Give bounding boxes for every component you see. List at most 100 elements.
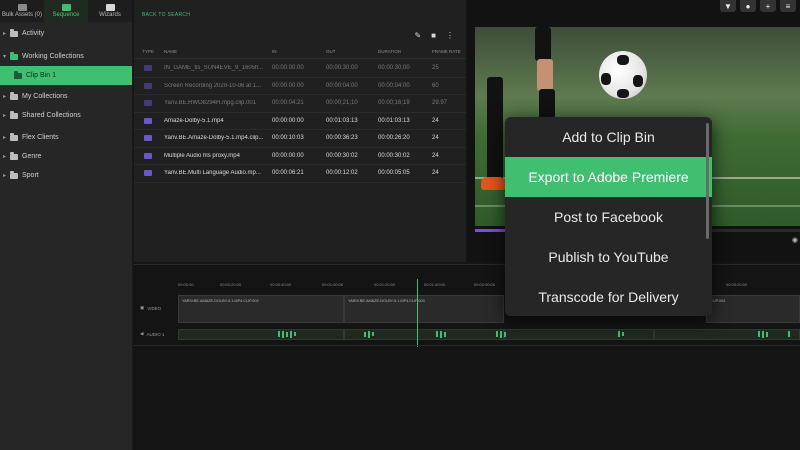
edit-icon[interactable]: ✎ [414,31,421,40]
folder-icon [14,70,22,79]
chevron-right-icon: ▸ [3,31,7,37]
ruler-tick: 00:00:00 [178,282,194,287]
soccer-ball [599,51,647,99]
timeline-divider [134,345,800,346]
tab-sequence[interactable]: Sequence [44,0,88,22]
column-header-name[interactable]: NAME [162,45,270,58]
video-type-icon [144,100,152,107]
tab-label: Wizards [99,12,121,18]
audio-lane[interactable] [178,329,800,340]
cell-duration: 00:00:05:05 [378,170,410,177]
cell-duration: 00:00:30:02 [378,152,410,159]
preview-topbar: ▼ ● + ≡ [720,0,800,12]
menu-item-post-to-facebook[interactable]: Post to Facebook [505,197,712,237]
audio-clip[interactable] [178,329,344,340]
column-header-in[interactable]: IN [270,45,324,58]
menu-item-publish-to-youtube[interactable]: Publish to YouTube [505,237,712,277]
volume-icon[interactable]: ◉ [792,236,798,244]
table-body: IN_GAME_fis_SUN4EVE_9_1605fl... 00:00:00… [134,60,466,183]
cell-name: Yariv.BE.Amaze-Dolby-5.1.mp4.clip... [164,135,264,142]
cell-out: 00:01:03:13 [326,117,358,124]
sidebar-item-sport[interactable]: ▸ Sport [0,166,132,185]
track-name: VIDEO [147,305,162,311]
menu-icon[interactable]: ≡ [780,0,796,12]
cell-in: 00:00:06:21 [272,170,304,177]
top-tabs: Bulk Assets (0) Sequence Wizards [0,0,132,22]
more-vertical-icon[interactable]: ⋮ [446,31,454,40]
audio-clip[interactable] [654,329,800,340]
sidebar: Bulk Assets (0) Sequence Wizards ▸ Activ… [0,0,133,450]
menu-scrollbar[interactable] [706,123,709,239]
sidebar-item-genre[interactable]: ▸ Genre [0,147,132,166]
playhead[interactable] [417,279,418,347]
video-clip[interactable]: YARIV.BE.AMAZE-DOLBY-5.1.MP4.CLIP.002 [178,295,344,323]
sidebar-item-label: Flex Clients [22,134,59,141]
cell-name: Yariv.BE.RWO8294H.mpg.clip.001 [164,100,257,107]
wizards-icon [105,4,115,11]
ruler-tick: 00:01:20:00 [374,282,396,287]
menu-item-transcode-for-delivery[interactable]: Transcode for Delivery [505,277,712,316]
asset-table-panel: BACK TO SEARCH ✎ ■ ⋮ TYPE NAME IN OUT DU… [134,0,466,262]
player-knee [537,59,553,91]
chevron-right-icon: ▸ [3,113,7,119]
column-header-frame-rate[interactable]: FRAME RATE [430,45,466,58]
cell-in: 00:00:00:00 [272,117,304,124]
cell-name: IN_GAME_fis_SUN4EVE_9_1605fl... [164,65,264,72]
table-row[interactable]: Amaze-Dolby-5.1.mp4 00:00:00:00 00:01:03… [134,113,466,130]
video-clip[interactable]: YARIV.BE.AMAZE-DOLBY-5.1.MP4.CLIP.003 [344,295,504,323]
folder-icon [10,28,18,37]
tab-bulk-assets[interactable]: Bulk Assets (0) [0,0,44,22]
sidebar-item-clip-bin-1[interactable]: Clip Bin 1 [0,66,132,85]
cell-out: 00:00:36:23 [326,135,358,142]
cell-name: Yariv.BE.Multi Language Audio.mp... [164,170,261,177]
sidebar-item-shared-collections[interactable]: ▸ Shared Collections [0,106,132,125]
cell-out: 00:00:30:00 [326,65,358,72]
table-row[interactable]: Yariv.BE.Multi Language Audio.mp... 00:0… [134,165,466,183]
chevron-right-icon: ▸ [3,94,7,100]
cell-out: 00:00:30:02 [326,152,358,159]
sidebar-item-flex-clients[interactable]: ▸ Flex Clients [0,128,132,147]
tab-label: Bulk Assets (0) [1,12,42,18]
table-row[interactable]: Screen Recording 2020-10-06 at 1... 00:0… [134,78,466,95]
sidebar-item-label: Genre [22,153,42,160]
chevron-right-icon: ▸ [3,154,7,160]
video-type-icon [144,117,152,124]
chevron-right-icon: ▸ [3,135,7,141]
cell-in: 00:00:00:00 [272,65,304,72]
cell-frame-rate: 24 [432,152,439,159]
tab-label: Sequence [52,12,80,18]
sidebar-item-label: Sport [22,172,39,179]
table-row[interactable]: Yariv.BE.Amaze-Dolby-5.1.mp4.clip... 00:… [134,130,466,148]
add-icon[interactable]: + [760,0,776,12]
cell-in: 00:00:10:03 [272,135,304,142]
table-row[interactable]: Multiple Audio hls proxy.mp4 00:00:00:00… [134,148,466,165]
column-header-duration[interactable]: DURATION [376,45,430,58]
sidebar-item-activity[interactable]: ▸ Activity [0,24,132,43]
sidebar-item-my-collections[interactable]: ▸ My Collections [0,87,132,106]
folder-icon [10,132,18,141]
cell-in: 00:00:04:21 [272,100,304,107]
column-header-out[interactable]: OUT [324,45,376,58]
back-to-search-link[interactable]: BACK TO SEARCH [142,12,190,18]
column-header-type[interactable]: TYPE [134,45,162,58]
player-boot [481,177,507,190]
video-clip[interactable]: CLIP.004 [706,295,800,323]
menu-item-add-to-clip-bin[interactable]: Add to Clip Bin [505,117,712,157]
tab-wizards[interactable]: Wizards [88,0,132,22]
cell-out: 00:00:04:00 [326,82,358,89]
table-row[interactable]: IN_GAME_fis_SUN4EVE_9_1605fl... 00:00:00… [134,60,466,78]
cell-out: 00:00;21;10 [326,100,358,107]
table-row[interactable]: Yariv.BE.RWO8294H.mpg.clip.001 00:00:04:… [134,95,466,113]
folder-icon [10,91,18,100]
sidebar-item-working-collections[interactable]: ▾ Working Collections [0,47,132,66]
user-icon[interactable]: ● [740,0,756,12]
folder-icon [10,110,18,119]
audio-track-label: ◀ AUDIO 1 [140,331,164,337]
filter-icon[interactable]: ▼ [720,0,736,12]
sidebar-item-label: Working Collections [22,53,84,60]
folder-open-icon[interactable]: ■ [431,31,436,40]
cell-name: Amaze-Dolby-5.1.mp4 [164,117,224,124]
audio-clip[interactable] [504,329,654,340]
menu-item-export-to-adobe-premiere[interactable]: Export to Adobe Premiere [505,157,712,197]
cell-frame-rate: 24 [432,117,439,124]
